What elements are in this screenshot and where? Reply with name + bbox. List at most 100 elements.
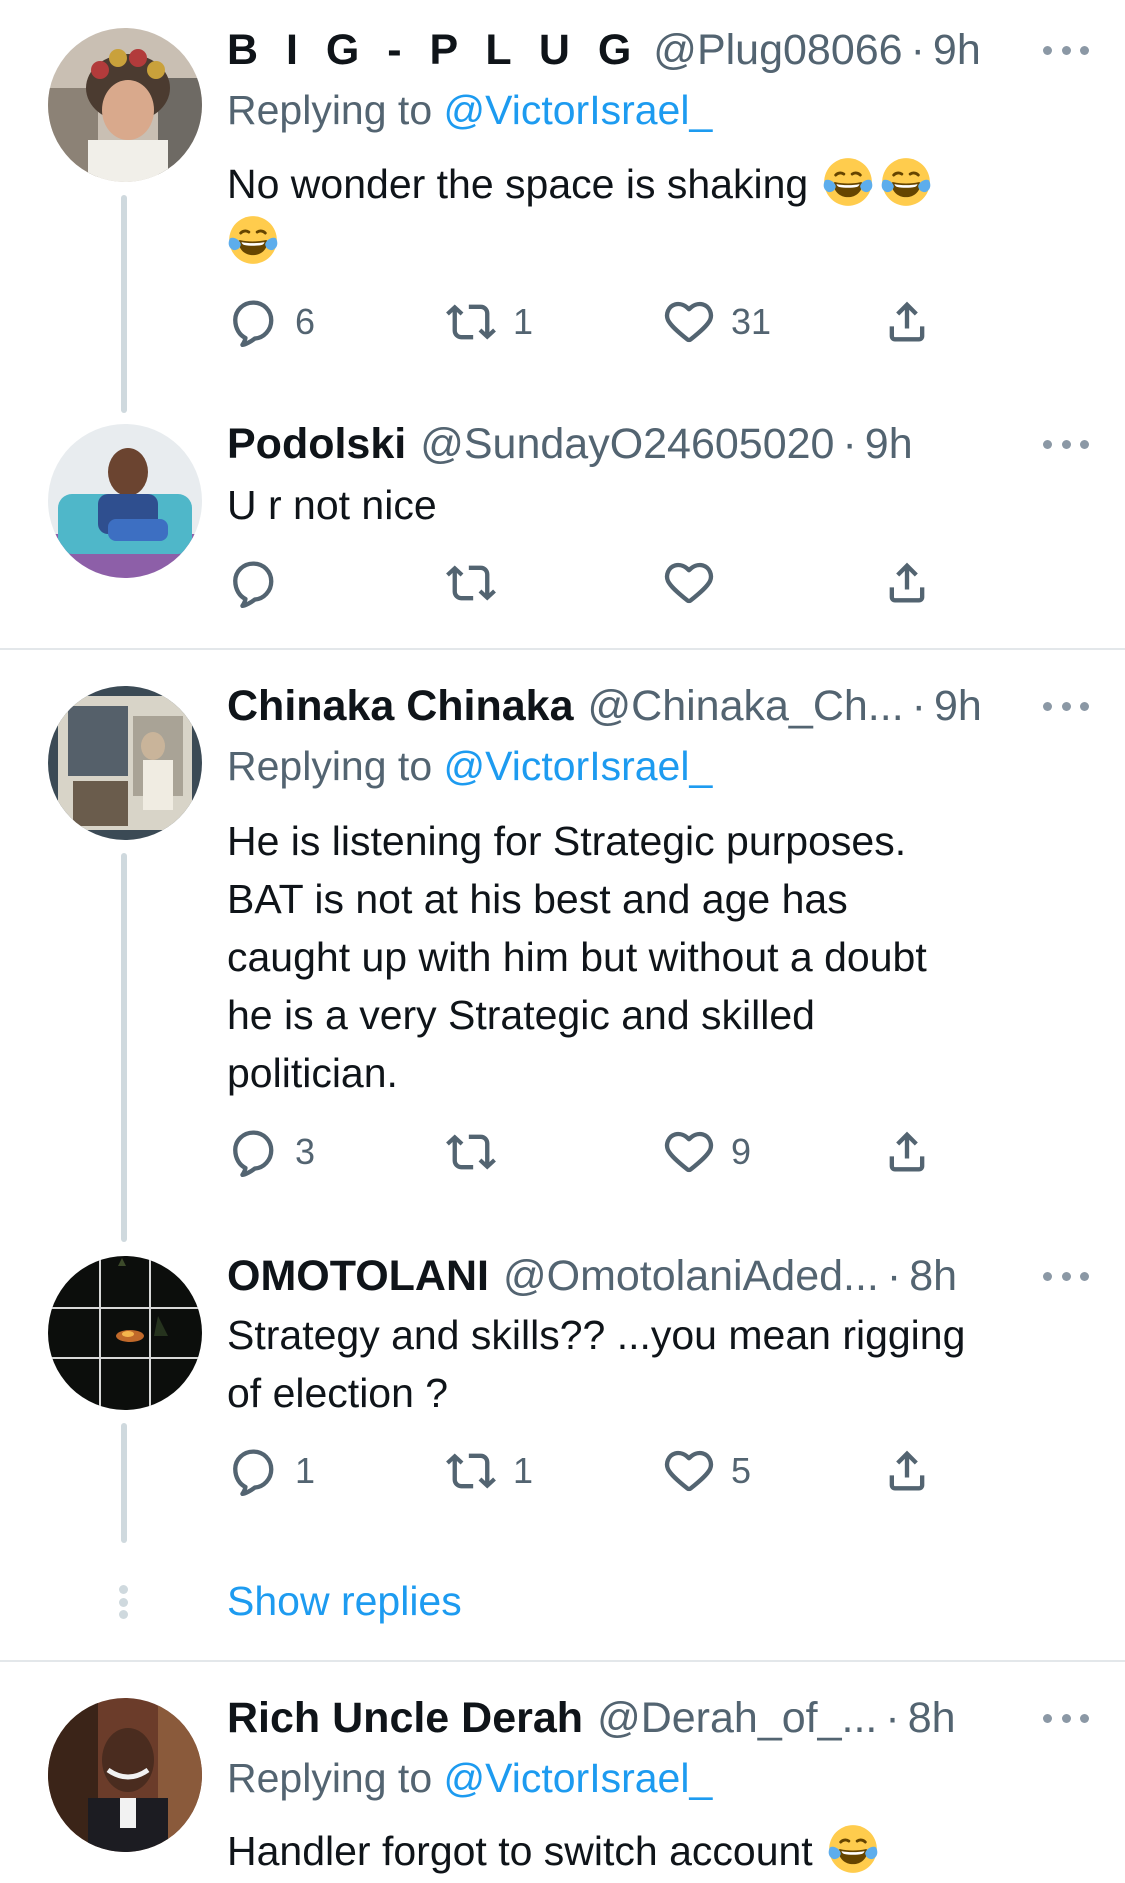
share-button[interactable] bbox=[881, 1443, 933, 1499]
tweet-text-line: Strategy and skills?? ...you mean riggin… bbox=[227, 1312, 966, 1358]
timestamp[interactable]: 9h bbox=[933, 22, 981, 78]
tweet-divider bbox=[0, 648, 1125, 650]
separator-dot: · bbox=[886, 1252, 902, 1300]
replying-to: Replying to @VictorIsrael_ bbox=[227, 82, 712, 138]
thread-connector bbox=[121, 1423, 127, 1543]
more-icon[interactable] bbox=[1043, 416, 1089, 472]
more-icon[interactable] bbox=[1043, 1690, 1089, 1746]
tears-of-joy-emoji bbox=[880, 156, 932, 208]
replying-to-label: Replying to bbox=[227, 743, 433, 789]
reply-count: 3 bbox=[295, 1131, 316, 1172]
like-button[interactable]: 31 bbox=[663, 294, 771, 350]
tweet-text-line: of election ? bbox=[227, 1370, 449, 1416]
reply-icon bbox=[227, 557, 279, 609]
avatar[interactable] bbox=[48, 424, 202, 578]
user-handle[interactable]: @Chinaka_Ch... bbox=[588, 678, 904, 734]
retweet-button[interactable] bbox=[445, 1124, 497, 1180]
like-icon bbox=[663, 557, 715, 609]
retweet-icon bbox=[445, 296, 497, 348]
separator-dot: · bbox=[911, 682, 926, 730]
display-name[interactable]: OMOTOLANI bbox=[227, 1248, 489, 1304]
display-name[interactable]: Chinaka Chinaka bbox=[227, 678, 574, 734]
tweet-header: Rich Uncle Derah @Derah_of_... · 8h bbox=[227, 1690, 1101, 1746]
tweet-text-line: caught up with him but without a doubt bbox=[227, 934, 927, 980]
more-icon[interactable] bbox=[1043, 1248, 1089, 1304]
show-replies-link[interactable]: Show replies bbox=[227, 1573, 462, 1629]
mention-link[interactable]: @VictorIsrael_ bbox=[444, 1755, 713, 1801]
tweet-text-line: He is listening for Strategic purposes. bbox=[227, 818, 907, 864]
tears-of-joy-emoji bbox=[822, 156, 874, 208]
tweet-text: Strategy and skills?? ...you mean riggin… bbox=[227, 1306, 1077, 1422]
tweet-header: Podolski @SundayO24605020 · 9h bbox=[227, 416, 1101, 472]
timestamp[interactable]: 9h bbox=[865, 416, 913, 472]
thread-connector bbox=[121, 853, 127, 1242]
tears-of-joy-emoji bbox=[827, 1823, 879, 1875]
share-button[interactable] bbox=[881, 294, 933, 350]
reply-icon bbox=[227, 1126, 279, 1178]
retweet-button[interactable]: 1 bbox=[445, 294, 533, 350]
more-icon[interactable] bbox=[1043, 678, 1089, 734]
retweet-count: 1 bbox=[513, 301, 534, 342]
display-name[interactable]: Podolski bbox=[227, 416, 406, 472]
display-name[interactable]: B I G - P L U G bbox=[227, 22, 639, 78]
thread-more-dots bbox=[118, 1585, 130, 1619]
tweet-actions: 6 1 31 bbox=[227, 294, 967, 350]
user-handle[interactable]: @Plug08066 bbox=[653, 22, 902, 78]
tweet-header: Chinaka Chinaka @Chinaka_Ch... · 9h bbox=[227, 678, 1101, 734]
like-button[interactable]: 9 bbox=[663, 1124, 751, 1180]
share-icon bbox=[881, 557, 933, 609]
separator-dot: · bbox=[910, 26, 925, 74]
tweet-text-line: No wonder the space is shaking bbox=[227, 161, 809, 207]
tweet-text-line: U r not nice bbox=[227, 482, 437, 528]
reply-button[interactable]: 1 bbox=[227, 1443, 315, 1499]
avatar[interactable] bbox=[48, 686, 202, 840]
share-button[interactable] bbox=[881, 555, 933, 611]
replying-to-label: Replying to bbox=[227, 1755, 433, 1801]
timestamp[interactable]: 8h bbox=[908, 1690, 956, 1746]
tweet-text-line: BAT is not at his best and age has bbox=[227, 876, 848, 922]
tweet-actions: 1 1 5 bbox=[227, 1443, 967, 1499]
avatar[interactable] bbox=[48, 1698, 202, 1852]
like-icon bbox=[663, 296, 715, 348]
reply-button[interactable] bbox=[227, 555, 279, 611]
tweet-text-line: Handler forgot to switch account bbox=[227, 1828, 813, 1874]
retweet-button[interactable] bbox=[445, 555, 497, 611]
retweet-count: 1 bbox=[513, 1450, 534, 1491]
reply-button[interactable]: 6 bbox=[227, 294, 315, 350]
reply-icon bbox=[227, 296, 279, 348]
separator-dot: · bbox=[842, 420, 857, 468]
tweet-text: U r not nice bbox=[227, 476, 1077, 534]
tweet-text: Handler forgot to switch account bbox=[227, 1822, 1077, 1880]
user-handle[interactable]: @Derah_of_... bbox=[597, 1690, 877, 1746]
more-icon[interactable] bbox=[1043, 22, 1089, 78]
retweet-icon bbox=[445, 1126, 497, 1178]
tweet-header: B I G - P L U G @Plug08066 · 9h bbox=[227, 22, 1101, 78]
display-name[interactable]: Rich Uncle Derah bbox=[227, 1690, 583, 1746]
timestamp[interactable]: 9h bbox=[934, 678, 982, 734]
tweet-text-line: he is a very Strategic and skilled bbox=[227, 992, 815, 1038]
like-icon bbox=[663, 1126, 715, 1178]
replying-to-label: Replying to bbox=[227, 87, 433, 133]
like-button[interactable]: 5 bbox=[663, 1443, 751, 1499]
avatar[interactable] bbox=[48, 1256, 202, 1410]
user-handle[interactable]: @OmotolaniAded... bbox=[503, 1248, 879, 1304]
user-handle[interactable]: @SundayO24605020 bbox=[420, 416, 834, 472]
tweet-divider bbox=[0, 1660, 1125, 1662]
tweet-text: He is listening for Strategic purposes. … bbox=[227, 812, 1077, 1102]
like-icon bbox=[663, 1445, 715, 1497]
tweet-text: No wonder the space is shaking bbox=[227, 155, 1077, 271]
like-button[interactable] bbox=[663, 555, 715, 611]
retweet-button[interactable]: 1 bbox=[445, 1443, 533, 1499]
tweet-actions: 3 9 bbox=[227, 1124, 967, 1180]
tweet-text-line: politician. bbox=[227, 1050, 398, 1096]
mention-link[interactable]: @VictorIsrael_ bbox=[444, 87, 713, 133]
share-button[interactable] bbox=[881, 1124, 933, 1180]
timestamp[interactable]: 8h bbox=[909, 1248, 957, 1304]
like-count: 9 bbox=[731, 1131, 752, 1172]
reply-button[interactable]: 3 bbox=[227, 1124, 315, 1180]
mention-link[interactable]: @VictorIsrael_ bbox=[444, 743, 713, 789]
replying-to: Replying to @VictorIsrael_ bbox=[227, 738, 712, 794]
tears-of-joy-emoji bbox=[227, 214, 279, 266]
separator-dot: · bbox=[885, 1694, 900, 1742]
avatar[interactable] bbox=[48, 28, 202, 182]
